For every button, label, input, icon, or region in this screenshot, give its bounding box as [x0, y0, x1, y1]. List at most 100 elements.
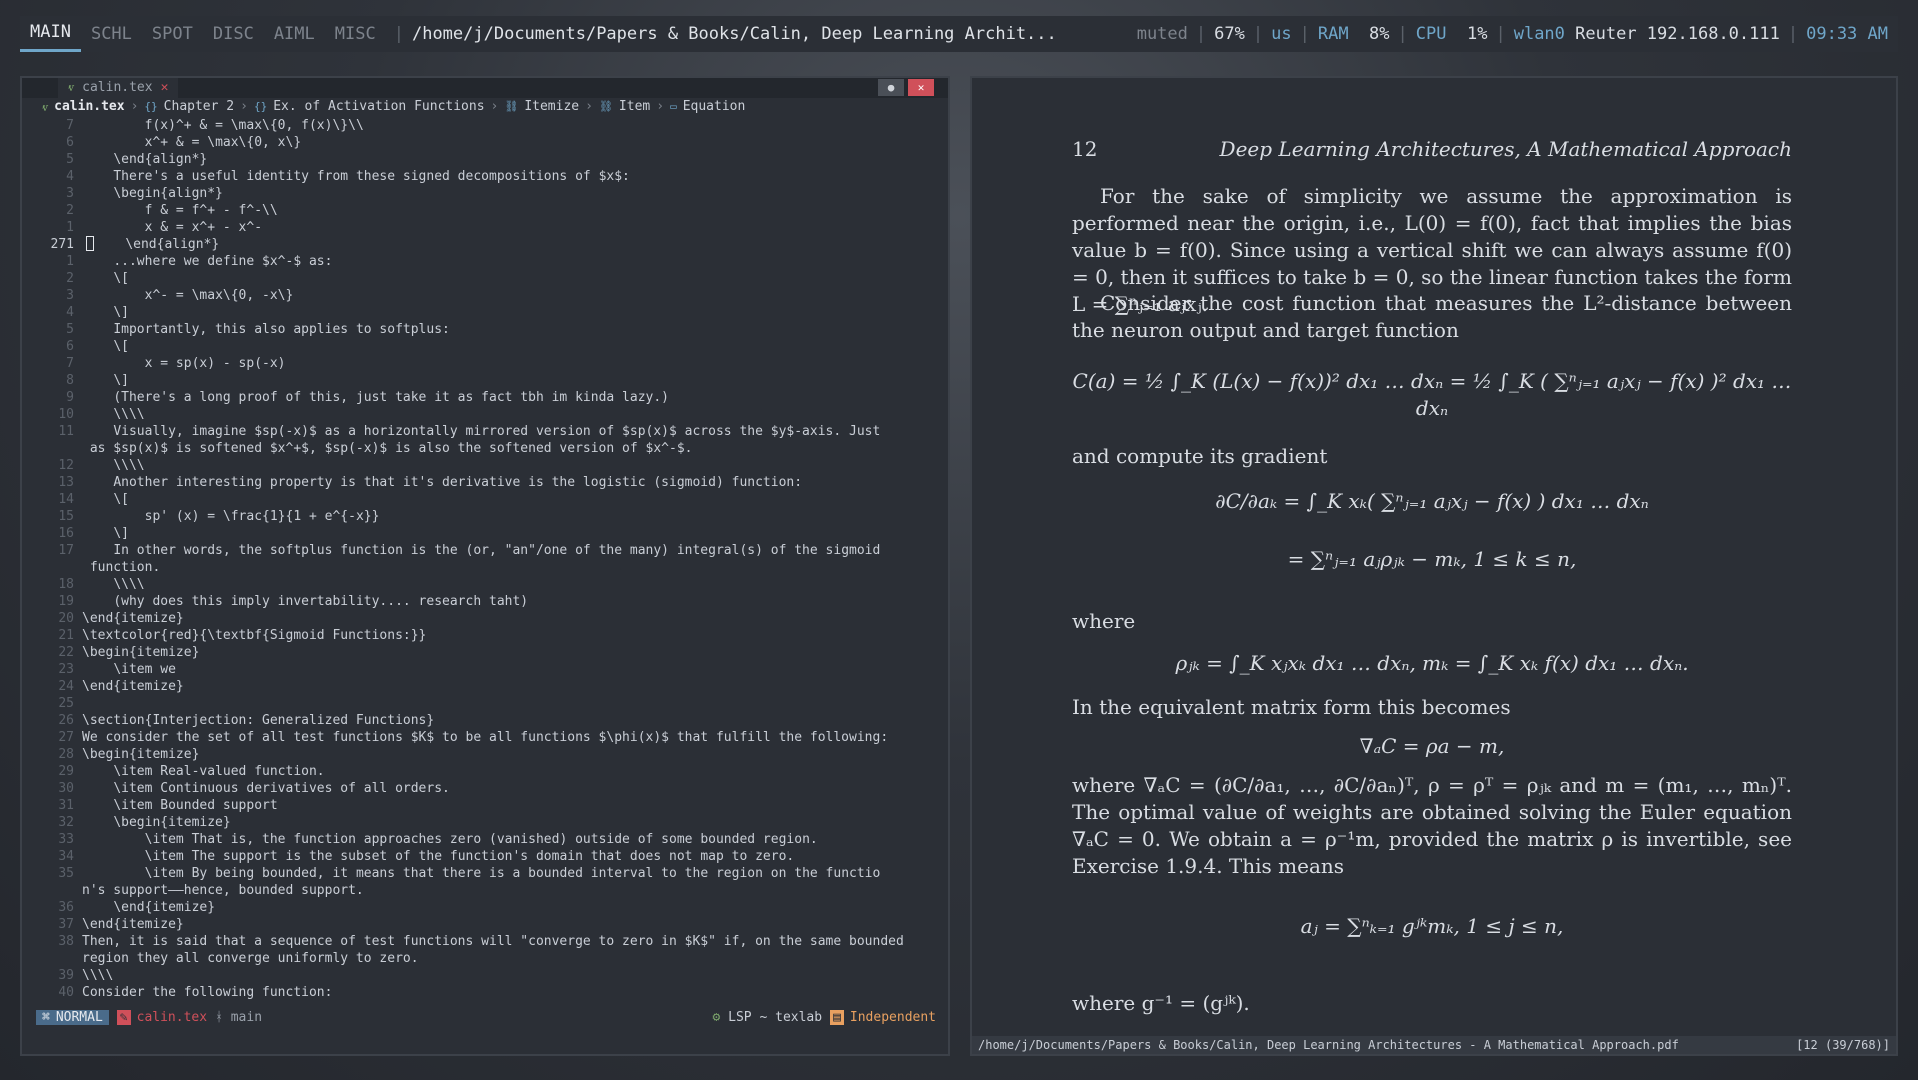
code-line[interactable]: 21 \textcolor{red}{\textbf{Sigmoid Functi…	[22, 627, 948, 644]
line-number: 19	[58, 594, 74, 609]
line-number: 271	[50, 237, 74, 252]
code-line[interactable]: 7 f(x)^+ & = \max\{0, f(x)\}\\	[22, 117, 948, 134]
editor-statusline: ⌘ NORMAL ✎ calin.tex ᚼ main ⚙ LSP ~ texl…	[36, 1008, 936, 1026]
pdf-header: 12 Deep Learning Architectures, A Mathem…	[1072, 136, 1792, 163]
network-name[interactable]: Reuter 192.168.0.111	[1575, 24, 1780, 44]
line-number: 2	[66, 271, 74, 286]
line-text: \begin{itemize}	[82, 645, 200, 660]
code-line[interactable]: 39 \\\\	[22, 967, 948, 984]
code-line[interactable]: 3 x^- = \max\{0, -x\}	[22, 287, 948, 304]
workspace-disc[interactable]: DISC	[203, 16, 264, 52]
toggle-icon[interactable]: ●	[878, 79, 904, 96]
line-number: 32	[58, 815, 74, 830]
line-number: 27	[58, 730, 74, 745]
line-text: Consider the following function:	[82, 985, 333, 1000]
code-line[interactable]: 6 \[	[22, 338, 948, 355]
code-line[interactable]: 4 \]	[22, 304, 948, 321]
code-line[interactable]: 24 \end{itemize}	[22, 678, 948, 695]
workspace-spot[interactable]: SPOT	[142, 16, 203, 52]
line-text: \item That is, the function approaches z…	[82, 832, 818, 847]
code-line[interactable]: 33 \item That is, the function approache…	[22, 831, 948, 848]
line-text: \begin{itemize}	[82, 747, 200, 762]
code-line[interactable]: 1 ...where we define $x^-$ as:	[22, 253, 948, 270]
code-line[interactable]: 5 Importantly, this also applies to soft…	[22, 321, 948, 338]
breadcrumb-item-equation[interactable]: Equation	[683, 99, 746, 114]
breadcrumb-item-section[interactable]: Ex. of Activation Functions	[273, 99, 484, 114]
line-text: \end{itemize}	[82, 917, 184, 932]
code-line[interactable]: 34 \item The support is the subset of th…	[22, 848, 948, 865]
workspace-aiml[interactable]: AIML	[264, 16, 325, 52]
code-line[interactable]: 8 \]	[22, 372, 948, 389]
line-number: 11	[58, 424, 74, 439]
code-line[interactable]: 40 Consider the following function:	[22, 984, 948, 1001]
line-text	[82, 695, 932, 712]
code-line[interactable]: 7 x = sp(x) - sp(-x)	[22, 355, 948, 372]
line-number: 10	[58, 407, 74, 422]
line-text: sp' (x) = \frac{1}{1 + e^{-x}}	[82, 509, 380, 524]
workspace-misc[interactable]: MISC	[325, 16, 386, 52]
code-line[interactable]: 30 \item Continuous derivatives of all o…	[22, 780, 948, 797]
code-line[interactable]: 38 Then, it is said that a sequence of te…	[22, 933, 948, 967]
brightness-status[interactable]: 67%	[1214, 24, 1245, 44]
code-line[interactable]: 25	[22, 695, 948, 712]
line-text: (There's a long proof of this, just take…	[82, 390, 670, 405]
volume-status[interactable]: muted	[1137, 24, 1188, 44]
line-number: 40	[58, 985, 74, 1000]
pdf-page: 12 Deep Learning Architectures, A Mathem…	[1072, 78, 1792, 1038]
code-line[interactable]: 271 \end{align*}	[22, 236, 948, 253]
code-line[interactable]: 10 \\\\	[22, 406, 948, 423]
code-line[interactable]: 11 Visually, imagine $sp(-x)$ as a horiz…	[22, 423, 948, 457]
chevron-right-icon: ›	[490, 99, 499, 114]
line-number: 16	[58, 526, 74, 541]
clock[interactable]: 09:33 AM	[1806, 24, 1898, 44]
breadcrumb-item-item[interactable]: Item	[619, 99, 650, 114]
code-line[interactable]: 12 \\\\	[22, 457, 948, 474]
code-line[interactable]: 6 x^+ & = \max\{0, x\}	[22, 134, 948, 151]
code-line[interactable]: 36 \end{itemize}	[22, 899, 948, 916]
breadcrumb-file[interactable]: calin.tex	[54, 99, 124, 114]
workspace-main[interactable]: MAIN	[20, 16, 81, 52]
pdf-viewer-window[interactable]: 12 Deep Learning Architectures, A Mathem…	[970, 76, 1898, 1056]
equation-gradient-sum: = ∑ⁿⱼ₌₁ aⱼρⱼₖ − mₖ, 1 ≤ k ≤ n,	[1287, 547, 1577, 571]
code-line[interactable]: 37 \end{itemize}	[22, 916, 948, 933]
code-line[interactable]: 1 x & = x^+ - x^-	[22, 219, 948, 236]
editor-tab[interactable]: ⱴ calin.tex ✕	[58, 78, 179, 98]
code-line[interactable]: 32 \begin{itemize}	[22, 814, 948, 831]
code-line[interactable]: 13 Another interesting property is that …	[22, 474, 948, 491]
line-text: \end{itemize}	[82, 611, 184, 626]
keyboard-layout[interactable]: us	[1271, 24, 1291, 44]
code-line[interactable]: 28 \begin{itemize}	[22, 746, 948, 763]
line-number: 2	[66, 203, 74, 218]
code-area[interactable]: 7 f(x)^+ & = \max\{0, f(x)\}\\ 6 x^+ & = …	[22, 117, 948, 1002]
breadcrumb-item-chapter[interactable]: Chapter 2	[164, 99, 234, 114]
paragraph-2: Consider the cost function that measures…	[1072, 291, 1792, 342]
code-line[interactable]: 2 f & = f^+ - f^-\\	[22, 202, 948, 219]
code-line[interactable]: 22 \begin{itemize}	[22, 644, 948, 661]
code-line[interactable]: 14 \[	[22, 491, 948, 508]
code-line[interactable]: 27 We consider the set of all test functi…	[22, 729, 948, 746]
code-line[interactable]: 4 There's a useful identity from these s…	[22, 168, 948, 185]
code-line[interactable]: 29 \item Real-valued function.	[22, 763, 948, 780]
code-line[interactable]: 23 \item we	[22, 661, 948, 678]
code-line[interactable]: 15 sp' (x) = \frac{1}{1 + e^{-x}}	[22, 508, 948, 525]
code-line[interactable]: 19 (why does this imply invertability...…	[22, 593, 948, 610]
chevron-right-icon: ›	[585, 99, 593, 114]
project-status: ▤ Independent	[830, 1009, 936, 1025]
code-line[interactable]: 3 \begin{align*}	[22, 185, 948, 202]
code-line[interactable]: 20 \end{itemize}	[22, 610, 948, 627]
workspace-schl[interactable]: SCHL	[81, 16, 142, 52]
code-line[interactable]: 16 \]	[22, 525, 948, 542]
code-line[interactable]: 26 \section{Interjection: Generalized Fun…	[22, 712, 948, 729]
code-line[interactable]: 17 In other words, the softplus function…	[22, 542, 948, 576]
code-line[interactable]: 31 \item Bounded support	[22, 797, 948, 814]
line-text: ...where we define $x^-$ as:	[82, 254, 333, 269]
close-tab-icon[interactable]: ✕	[161, 78, 169, 98]
editor-window[interactable]: ⱴ calin.tex ✕ ● ✕ ⱴ calin.tex › {} Chapt…	[20, 76, 950, 1056]
code-line[interactable]: 5 \end{align*}	[22, 151, 948, 168]
code-line[interactable]: 2 \[	[22, 270, 948, 287]
code-line[interactable]: 35 \item By being bounded, it means that…	[22, 865, 948, 899]
code-line[interactable]: 9 (There's a long proof of this, just ta…	[22, 389, 948, 406]
breadcrumb-item-itemize[interactable]: Itemize	[524, 99, 579, 114]
close-window-icon[interactable]: ✕	[908, 79, 934, 96]
code-line[interactable]: 18 \\\\	[22, 576, 948, 593]
